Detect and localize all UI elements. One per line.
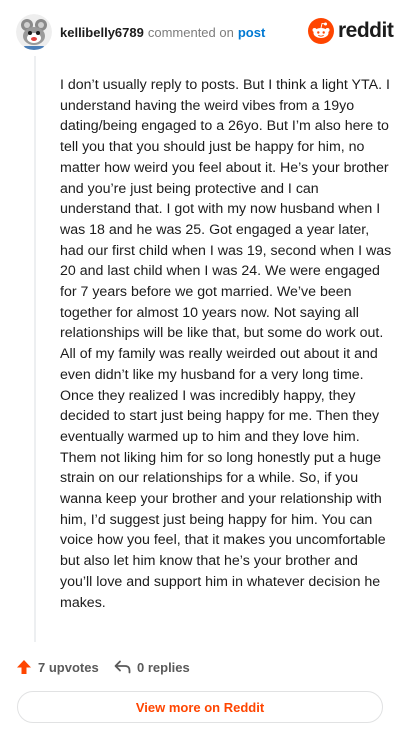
post-link[interactable]: post: [238, 25, 265, 40]
comment-header: kellibelly6789 commented on post reddit: [16, 14, 394, 54]
comment-body: I don’t usually reply to posts. But I th…: [60, 77, 392, 611]
comment-actions: 7 upvotes 0 replies: [16, 656, 376, 678]
reddit-brand[interactable]: reddit: [308, 18, 394, 46]
reply-button[interactable]: 0 replies: [114, 656, 190, 678]
reddit-wordmark: reddit: [338, 19, 394, 42]
username[interactable]: kellibelly6789: [60, 25, 144, 40]
reply-count: 0 replies: [137, 659, 190, 675]
comment-verb: commented on: [147, 25, 234, 40]
upvote-button[interactable]: 7 upvotes: [16, 656, 99, 678]
upvote-arrow-icon: [17, 660, 31, 674]
comment-meta: kellibelly6789 commented on post: [60, 25, 265, 40]
reply-arrow-icon: [114, 660, 131, 674]
avatar[interactable]: [16, 14, 52, 50]
thread-line[interactable]: [34, 56, 36, 642]
upvote-count: 7 upvotes: [38, 659, 99, 675]
reddit-logo-icon: [308, 18, 334, 44]
view-more-button[interactable]: View more on Reddit: [17, 691, 383, 723]
